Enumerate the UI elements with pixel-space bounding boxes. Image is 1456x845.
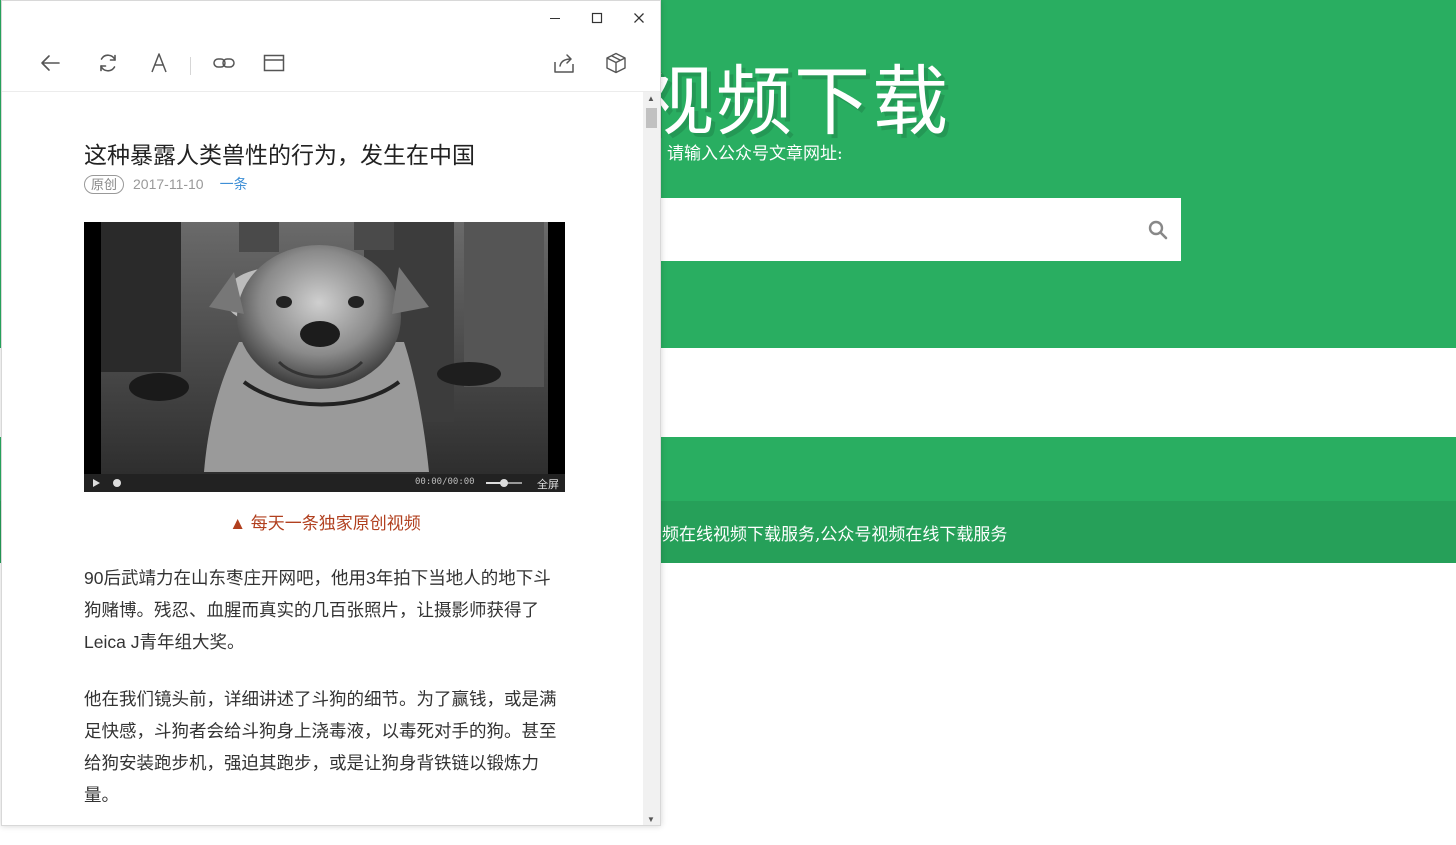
fullscreen-button[interactable]: 全屏 bbox=[537, 476, 559, 492]
video-frame-dog-image bbox=[101, 222, 548, 474]
toolbar-divider bbox=[190, 57, 191, 75]
scroll-down-icon[interactable]: ▼ bbox=[647, 815, 655, 824]
copy-link-button[interactable] bbox=[210, 49, 238, 77]
video-controls: 00:00/00:00 全屏 bbox=[84, 474, 565, 492]
minimize-icon bbox=[550, 18, 560, 19]
window-controls bbox=[534, 1, 660, 35]
link-icon bbox=[213, 58, 235, 68]
original-badge: 原创 bbox=[84, 174, 125, 194]
url-prompt-label: 请输入公众号文章网址: bbox=[667, 144, 843, 164]
video-caption: ▲ 每天一条独家原创视频 bbox=[229, 514, 421, 533]
search-icon[interactable] bbox=[1147, 219, 1169, 241]
video-player[interactable]: 00:00/00:00 全屏 bbox=[84, 222, 565, 492]
author-link[interactable]: 一条 bbox=[220, 174, 248, 194]
url-search-input[interactable] bbox=[630, 198, 1181, 261]
article-title: 这种暴露人类兽性的行为，发生在中国 bbox=[84, 142, 475, 168]
volume-slider-icon[interactable] bbox=[484, 477, 524, 489]
font-icon bbox=[151, 53, 167, 73]
article-paragraph: 他在我们镜头前，详细讲述了斗狗的细节。为了赢钱，或是满足快感，斗狗者会给斗狗身上… bbox=[84, 689, 557, 805]
font-size-button[interactable] bbox=[145, 49, 173, 77]
collect-button[interactable] bbox=[602, 49, 630, 77]
maximize-icon bbox=[591, 12, 603, 24]
close-icon bbox=[634, 13, 644, 23]
scroll-up-icon[interactable]: ▲ bbox=[647, 94, 655, 103]
article-meta: 原创 2017-11-10 一条 bbox=[84, 174, 248, 194]
minimize-button[interactable] bbox=[534, 1, 576, 35]
window-icon bbox=[263, 54, 285, 72]
reader-toolbar bbox=[2, 35, 660, 92]
progress-knob-icon[interactable] bbox=[112, 478, 122, 488]
box-icon bbox=[606, 52, 626, 74]
open-in-window-button[interactable] bbox=[260, 49, 288, 77]
video-time: 00:00/00:00 bbox=[415, 477, 475, 487]
share-button[interactable] bbox=[550, 49, 578, 77]
share-icon bbox=[554, 54, 574, 73]
back-button[interactable] bbox=[36, 49, 64, 77]
article-content: 这种暴露人类兽性的行为，发生在中国 原创 2017-11-10 一条 00:00… bbox=[2, 92, 643, 825]
back-icon bbox=[41, 55, 60, 71]
footer-text: 频在线视频下载服务,公众号视频在线下载服务 bbox=[662, 525, 1008, 545]
scrollbar-thumb[interactable] bbox=[646, 108, 657, 128]
vertical-scrollbar[interactable]: ▲ ▼ bbox=[643, 92, 660, 825]
refresh-button[interactable] bbox=[94, 49, 122, 77]
close-button[interactable] bbox=[618, 1, 660, 35]
article-paragraph: 90后武靖力在山东枣庄开网吧，他用3年拍下当地人的地下斗狗赌博。残忍、血腥而真实… bbox=[84, 568, 551, 652]
maximize-button[interactable] bbox=[576, 1, 618, 35]
play-icon[interactable] bbox=[90, 477, 102, 489]
publish-date: 2017-11-10 bbox=[133, 176, 204, 192]
refresh-icon bbox=[100, 54, 116, 72]
article-reader-window: 这种暴露人类兽性的行为，发生在中国 原创 2017-11-10 一条 00:00… bbox=[1, 0, 661, 826]
